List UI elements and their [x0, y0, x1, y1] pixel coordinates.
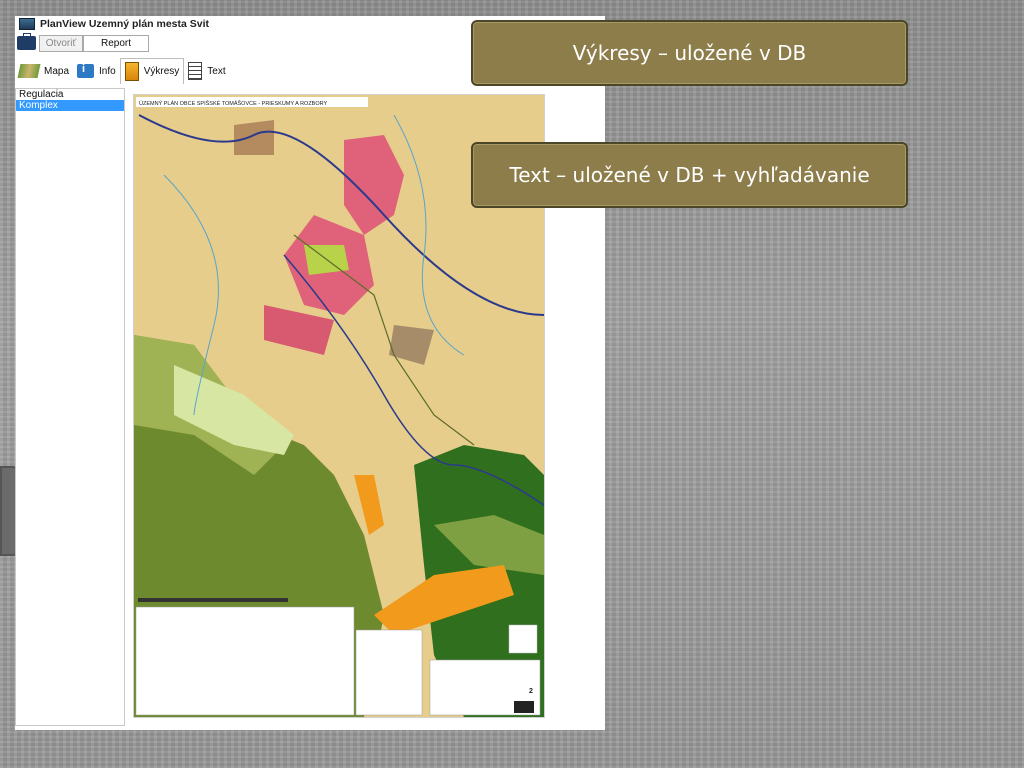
tab-text[interactable]: Text — [184, 58, 229, 84]
window-title: PlanView Uzemný plán mesta Svit — [40, 18, 210, 30]
list-item-komplex[interactable]: Komplex — [16, 100, 124, 111]
toolbar: Otvoriť Report — [15, 33, 149, 53]
drawing-title: ÚZEMNÝ PLÁN OBCE SPIŠSKÉ TOMÁŠOVCE - PRI… — [139, 100, 328, 107]
tab-vykresy[interactable]: Výkresy — [119, 58, 185, 84]
report-button[interactable]: Report — [83, 34, 149, 52]
text-icon — [188, 62, 203, 80]
list-item-regulacia[interactable]: Regulacia — [16, 89, 124, 100]
drawings-icon — [124, 62, 139, 81]
app-window: PlanView Uzemný plán mesta Svit Otvoriť … — [15, 16, 605, 730]
sheet-number: 2 — [529, 688, 533, 695]
callout-drawings: Výkresy – uložené v DB — [471, 20, 908, 86]
tab-info[interactable]: Info — [73, 58, 120, 84]
tab-label: Text — [207, 65, 226, 77]
tab-label: Výkresy — [143, 66, 180, 77]
callout-text: Text – uložené v DB + vyhľadávanie — [471, 142, 908, 208]
map-icon — [17, 64, 41, 78]
drawing-list: Regulacia Komplex — [15, 88, 125, 726]
tab-label: Info — [99, 65, 116, 77]
app-icon — [19, 18, 35, 30]
tab-mapa[interactable]: Mapa — [15, 58, 73, 84]
tab-bar: Mapa Info Výkresy Text — [15, 58, 230, 84]
info-icon — [77, 63, 95, 78]
tab-label: Mapa — [44, 65, 70, 77]
briefcase-icon — [17, 33, 36, 50]
open-button[interactable]: Otvoriť — [39, 34, 83, 52]
